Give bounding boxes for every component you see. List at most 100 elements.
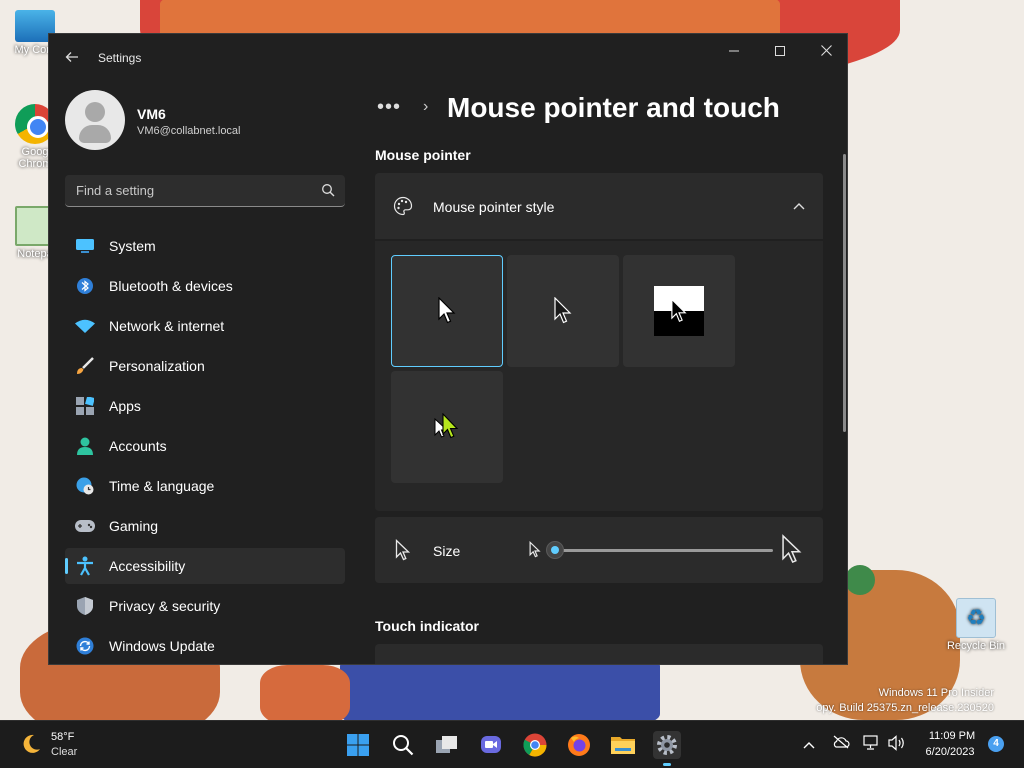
windows-logo-icon <box>347 734 369 756</box>
page-title: Mouse pointer and touch <box>447 92 780 123</box>
slider-thumb[interactable] <box>546 541 564 559</box>
clock-date[interactable]: 6/20/2023 <box>917 746 983 758</box>
sidebar-item-accessibility[interactable]: Accessibility <box>65 548 345 584</box>
sidebar-item-accounts[interactable]: Accounts <box>65 428 345 464</box>
task-view-button[interactable] <box>433 731 461 759</box>
volume-tray-button[interactable] <box>887 735 907 755</box>
back-button[interactable] <box>61 46 83 68</box>
wallpaper-shape <box>260 665 350 720</box>
pointer-style-inverted-option[interactable] <box>623 255 735 367</box>
sidebar-item-label: Bluetooth & devices <box>109 278 233 294</box>
touch-indicator-card[interactable] <box>375 644 823 664</box>
large-cursor-icon <box>782 534 802 564</box>
taskbar-search-button[interactable] <box>389 731 417 759</box>
window-title: Settings <box>98 51 142 65</box>
sidebar-item-label: System <box>109 238 156 254</box>
sidebar-item-windows-update[interactable]: Windows Update <box>65 628 345 664</box>
monitor-icon <box>75 236 95 256</box>
gear-icon <box>657 735 677 755</box>
folder-icon <box>611 737 635 754</box>
speaker-icon <box>888 735 904 751</box>
wifi-icon <box>75 316 95 336</box>
desktop-icon-recycle-bin[interactable]: ♻ Recycle Bin <box>944 598 1008 652</box>
network-tray-button[interactable] <box>862 735 882 755</box>
section-heading-mouse-pointer: Mouse pointer <box>375 147 471 163</box>
desktop-icon-label: Goog Chrom <box>18 146 52 170</box>
sidebar-item-network[interactable]: Network & internet <box>65 308 345 344</box>
search-input[interactable] <box>65 175 310 206</box>
chevron-right-icon: › <box>423 98 429 115</box>
minimize-button[interactable] <box>711 38 757 66</box>
taskbar-firefox-button[interactable] <box>565 731 593 759</box>
sidebar-item-apps[interactable]: Apps <box>65 388 345 424</box>
collapse-button[interactable] <box>785 192 813 220</box>
chat-icon <box>481 736 501 753</box>
teams-chat-button[interactable] <box>477 731 505 759</box>
pointer-style-custom-option[interactable] <box>391 371 503 483</box>
size-slider[interactable] <box>546 539 773 561</box>
weather-description[interactable]: Clear <box>51 746 77 758</box>
maximize-button[interactable] <box>757 38 803 66</box>
pointer-style-black-option[interactable] <box>507 255 619 367</box>
settings-window: Settings VM6 VM6@collabnet.local System … <box>48 33 848 665</box>
search-icon <box>393 735 414 756</box>
breadcrumb-more-button[interactable]: ••• <box>377 96 401 119</box>
sidebar-item-time-language[interactable]: Time & language <box>65 468 345 504</box>
taskbar-settings-button[interactable] <box>653 731 681 766</box>
user-name: VM6 <box>137 106 166 122</box>
gamepad-icon <box>75 516 95 536</box>
size-setting-card: Size <box>375 517 823 583</box>
title-bar[interactable]: Settings <box>49 34 847 82</box>
maximize-icon <box>775 46 785 56</box>
chevron-up-icon <box>803 742 815 749</box>
sidebar-item-label: Windows Update <box>109 638 215 654</box>
sidebar-item-privacy-security[interactable]: Privacy & security <box>65 588 345 624</box>
watermark-line: Windows 11 Pro Insider <box>878 687 994 699</box>
person-icon <box>75 436 95 456</box>
update-icon <box>75 636 95 656</box>
sidebar-item-gaming[interactable]: Gaming <box>65 508 345 544</box>
search-box[interactable] <box>65 175 345 207</box>
slider-track[interactable] <box>555 549 773 552</box>
palette-icon <box>393 196 413 216</box>
bluetooth-icon <box>75 276 95 296</box>
task-view-icon <box>436 736 457 753</box>
small-cursor-icon <box>529 541 541 558</box>
pointer-style-white-option[interactable] <box>391 255 503 367</box>
clock-time[interactable]: 11:09 PM <box>922 730 982 742</box>
weather-temperature[interactable]: 58°F <box>51 731 74 743</box>
sidebar-item-label: Privacy & security <box>109 598 221 614</box>
section-heading-touch-indicator: Touch indicator <box>375 618 479 634</box>
sidebar-item-label: Gaming <box>109 518 159 534</box>
moon-icon[interactable] <box>20 733 42 755</box>
white-cursor-icon <box>438 297 456 324</box>
sidebar-item-bluetooth[interactable]: Bluetooth & devices <box>65 268 345 304</box>
search-icon[interactable] <box>321 183 335 197</box>
black-cursor-icon <box>554 297 572 324</box>
mouse-pointer-style-label: Mouse pointer style <box>433 199 555 215</box>
taskbar-file-explorer-button[interactable] <box>609 731 637 759</box>
cloud-off-icon <box>833 735 850 749</box>
mouse-pointer-style-expander[interactable]: Mouse pointer style <box>375 173 823 239</box>
show-hidden-icons-button[interactable] <box>799 735 819 755</box>
scrollbar[interactable] <box>843 154 846 432</box>
onedrive-tray-button[interactable] <box>831 735 851 755</box>
desktop-icon-label: Recycle Bin <box>946 640 1006 652</box>
close-button[interactable] <box>803 38 847 66</box>
apps-icon <box>75 396 95 416</box>
sidebar-nav: System Bluetooth & devices Network & int… <box>65 228 345 664</box>
sidebar-item-system[interactable]: System <box>65 228 345 264</box>
avatar[interactable] <box>65 90 125 150</box>
network-icon <box>863 735 878 750</box>
paintbrush-icon <box>75 356 95 376</box>
notification-badge[interactable]: 4 <box>988 736 1004 752</box>
sidebar-item-label: Apps <box>109 398 141 414</box>
inverted-preview <box>654 286 704 336</box>
sidebar-item-label: Personalization <box>109 358 205 374</box>
sidebar-item-label: Accounts <box>109 438 167 454</box>
globe-clock-icon <box>75 476 95 496</box>
start-button[interactable] <box>344 731 372 759</box>
taskbar-chrome-button[interactable] <box>521 731 549 759</box>
firefox-icon <box>568 734 590 756</box>
sidebar-item-personalization[interactable]: Personalization <box>65 348 345 384</box>
